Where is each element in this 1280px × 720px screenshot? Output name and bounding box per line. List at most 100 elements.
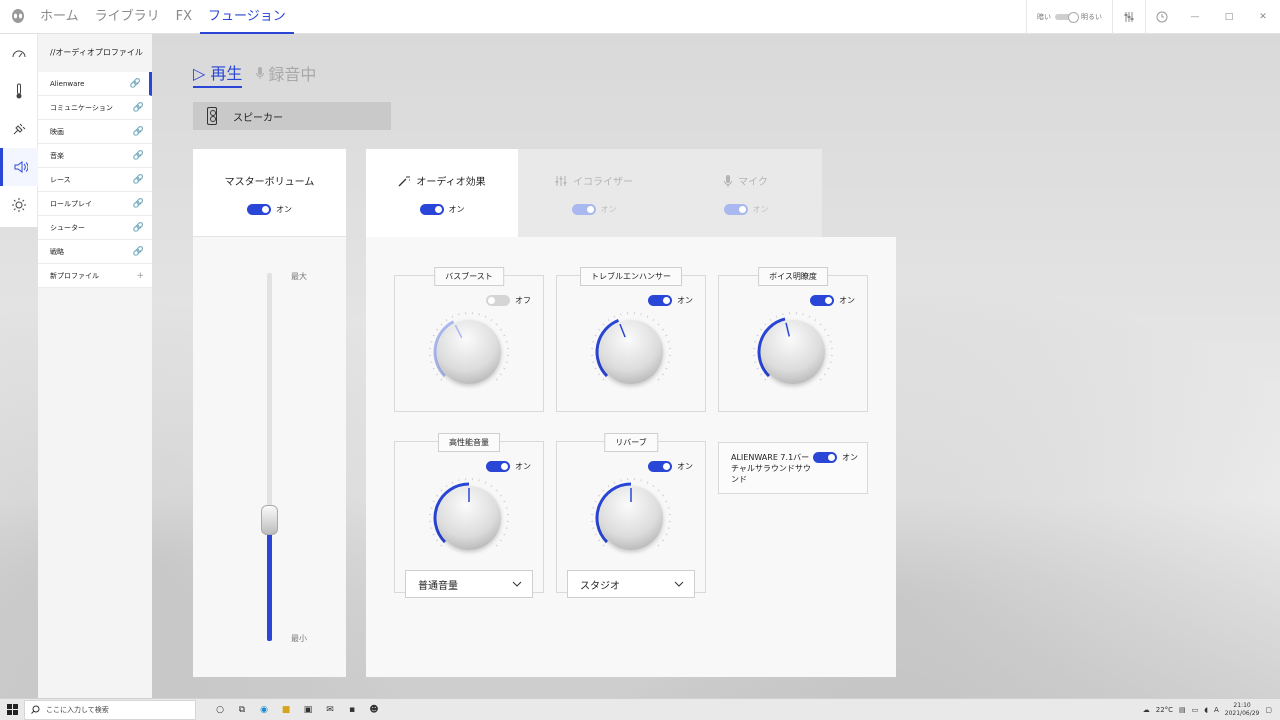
volume-mode-dropdown[interactable]: 普通音量 <box>405 570 533 598</box>
equalizer-state: オン <box>600 205 617 214</box>
help-button[interactable] <box>1145 0 1178 34</box>
alienware-app-icon[interactable]: ☻ <box>366 702 382 718</box>
voice-clarity-state: オン <box>839 296 855 305</box>
weather-icon[interactable]: ☁ <box>1143 706 1150 714</box>
rail-item-thermal[interactable] <box>0 72 38 110</box>
link-icon[interactable]: 🔗 <box>130 79 141 89</box>
profile-item-roleplay[interactable]: ロールプレイ 🔗 <box>38 192 152 216</box>
equalizer-icon <box>555 175 567 186</box>
profile-label: シューター <box>50 223 85 232</box>
bass-boost-knob[interactable] <box>427 310 511 394</box>
tab-fusion[interactable]: フュージョン <box>200 0 294 34</box>
link-icon[interactable]: 🔗 <box>133 127 144 137</box>
reverb-card: リバーブ オン スタジオ <box>556 433 706 598</box>
edge-icon[interactable]: ◉ <box>256 702 272 718</box>
close-button[interactable]: ✕ <box>1246 0 1280 34</box>
minimize-button[interactable]: — <box>1178 0 1212 34</box>
brightness-slider[interactable] <box>1055 12 1079 23</box>
profile-item-alienware[interactable]: Alienware 🔗 <box>38 72 152 96</box>
volume-slider-thumb[interactable] <box>261 505 278 535</box>
sun-icon <box>12 198 26 212</box>
start-button[interactable] <box>0 704 24 715</box>
rail-item-performance[interactable] <box>0 34 38 72</box>
master-volume-toggle-row: オン <box>193 204 346 215</box>
network-icon[interactable]: ▭ <box>1192 706 1199 714</box>
profile-item-movie[interactable]: 映画 🔗 <box>38 120 152 144</box>
bass-boost-toggle[interactable] <box>486 295 510 306</box>
rail-item-power[interactable] <box>0 110 38 148</box>
microphone-icon <box>724 174 733 187</box>
effects-panel: バスブースト オフ トレブルエンハンサー オン ボイス明瞭度 オン 高性能音量 … <box>366 237 896 677</box>
audio-effects-toggle[interactable] <box>419 204 444 215</box>
brightness-light-label: 明るい <box>1081 13 1102 21</box>
tab-home[interactable]: ホーム <box>32 0 87 34</box>
profile-item-music[interactable]: 音楽 🔗 <box>38 144 152 168</box>
link-icon[interactable]: 🔗 <box>133 223 144 233</box>
audio-profile-panel: //オーディオプロファイル Alienware 🔗 コミュニケーション 🔗 映画… <box>38 34 152 698</box>
microphone-icon <box>256 67 265 79</box>
new-profile-button[interactable]: 新プロファイル + <box>38 264 152 288</box>
reverb-toggle[interactable] <box>648 461 672 472</box>
rail-item-audio[interactable] <box>0 148 38 186</box>
thermometer-icon <box>16 83 22 99</box>
action-center-icon[interactable]: ▢ <box>1265 706 1272 714</box>
file-explorer-icon[interactable]: ■ <box>278 702 294 718</box>
magic-wand-icon <box>398 175 411 186</box>
link-icon[interactable]: 🔗 <box>133 199 144 209</box>
tab-recording-label: 録音中 <box>268 65 317 84</box>
tab-fx[interactable]: FX <box>168 0 200 34</box>
clock[interactable]: 21:10 2021/06/29 <box>1225 702 1260 718</box>
cortana-icon[interactable]: ○ <box>212 702 228 718</box>
notification-icon[interactable]: ▤ <box>1179 706 1186 714</box>
reverb-mode-dropdown[interactable]: スタジオ <box>567 570 695 598</box>
profile-label: ロールプレイ <box>50 199 92 208</box>
voice-clarity-toggle[interactable] <box>810 295 834 306</box>
tab-microphone[interactable]: マイク オン <box>670 149 822 237</box>
store-icon[interactable]: ▣ <box>300 702 316 718</box>
brightness-dark-label: 暗い <box>1037 13 1051 21</box>
tab-recording[interactable]: 録音中 <box>256 61 316 87</box>
master-volume-toggle[interactable] <box>247 204 271 215</box>
voice-clarity-card: ボイス明瞭度 オン <box>718 267 868 412</box>
link-icon[interactable]: 🔗 <box>133 151 144 161</box>
chevron-down-icon <box>512 581 522 587</box>
language-indicator[interactable]: A <box>1214 706 1219 714</box>
tab-library[interactable]: ライブラリ <box>87 0 168 34</box>
reverb-knob[interactable] <box>589 476 673 560</box>
high-performance-volume-knob[interactable] <box>427 476 511 560</box>
high-performance-volume-card: 高性能音量 オン 普通音量 <box>394 433 544 598</box>
task-view-icon[interactable]: ⧉ <box>234 702 250 718</box>
tab-equalizer[interactable]: イコライザー オン <box>518 149 670 237</box>
master-volume-header: マスターボリューム オン <box>193 149 346 237</box>
device-label: スピーカー <box>233 112 283 124</box>
mail-icon[interactable]: ✉ <box>322 702 338 718</box>
settings-sliders-button[interactable] <box>1112 0 1145 34</box>
volume-icon[interactable]: ◖ <box>1204 706 1208 714</box>
clock-icon <box>1156 11 1168 23</box>
plus-icon[interactable]: + <box>136 271 144 281</box>
rail-item-lighting[interactable] <box>0 186 38 224</box>
link-icon[interactable]: 🔗 <box>133 247 144 257</box>
link-icon[interactable]: 🔗 <box>133 175 144 185</box>
treble-enhancer-knob[interactable] <box>589 310 673 394</box>
knob-pointer <box>619 323 626 338</box>
treble-enhancer-toggle[interactable] <box>648 295 672 306</box>
equalizer-toggle[interactable] <box>571 204 596 215</box>
link-icon[interactable]: 🔗 <box>133 103 144 113</box>
microphone-toggle[interactable] <box>723 204 748 215</box>
tab-audio-effects[interactable]: オーディオ効果 オン <box>366 149 518 237</box>
app-icon[interactable]: ▪ <box>344 702 360 718</box>
profile-item-shooter[interactable]: シューター 🔗 <box>38 216 152 240</box>
reverb-state: オン <box>677 462 693 471</box>
profile-item-strategy[interactable]: 戦略 🔗 <box>38 240 152 264</box>
profile-item-communication[interactable]: コミュニケーション 🔗 <box>38 96 152 120</box>
tab-playback[interactable]: ▷ 再生 <box>193 60 243 88</box>
device-selector[interactable]: スピーカー <box>193 102 391 130</box>
high-performance-volume-toggle[interactable] <box>486 461 510 472</box>
virtual-surround-toggle[interactable] <box>813 452 837 463</box>
maximize-button[interactable]: □ <box>1212 0 1246 34</box>
profile-item-racing[interactable]: レース 🔗 <box>38 168 152 192</box>
brightness-control: 暗い 明るい <box>1026 0 1112 34</box>
voice-clarity-knob[interactable] <box>751 310 835 394</box>
taskbar-search[interactable]: ここに入力して検索 <box>24 699 196 720</box>
